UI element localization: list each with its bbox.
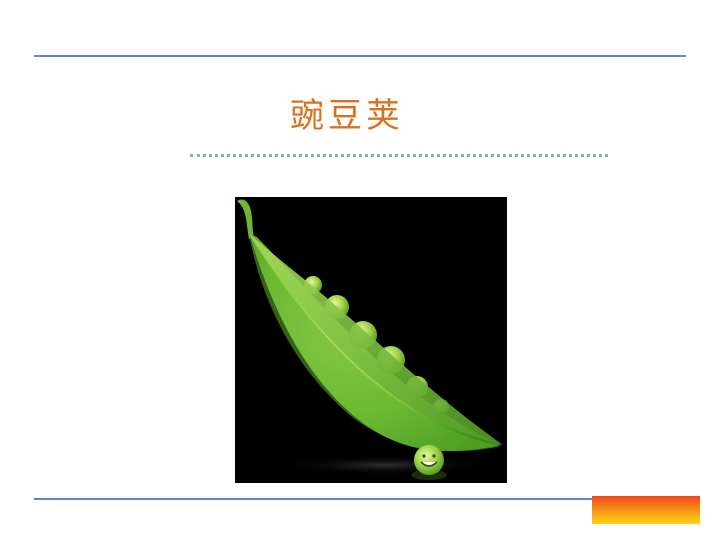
slide-title: 豌豆荚	[290, 96, 404, 136]
pea-pod-image	[235, 197, 507, 483]
bottom-divider	[34, 498, 594, 500]
title-underline	[190, 154, 608, 157]
top-divider	[34, 55, 686, 57]
corner-accent-bar	[592, 496, 700, 524]
pea-pod-icon	[237, 199, 503, 480]
